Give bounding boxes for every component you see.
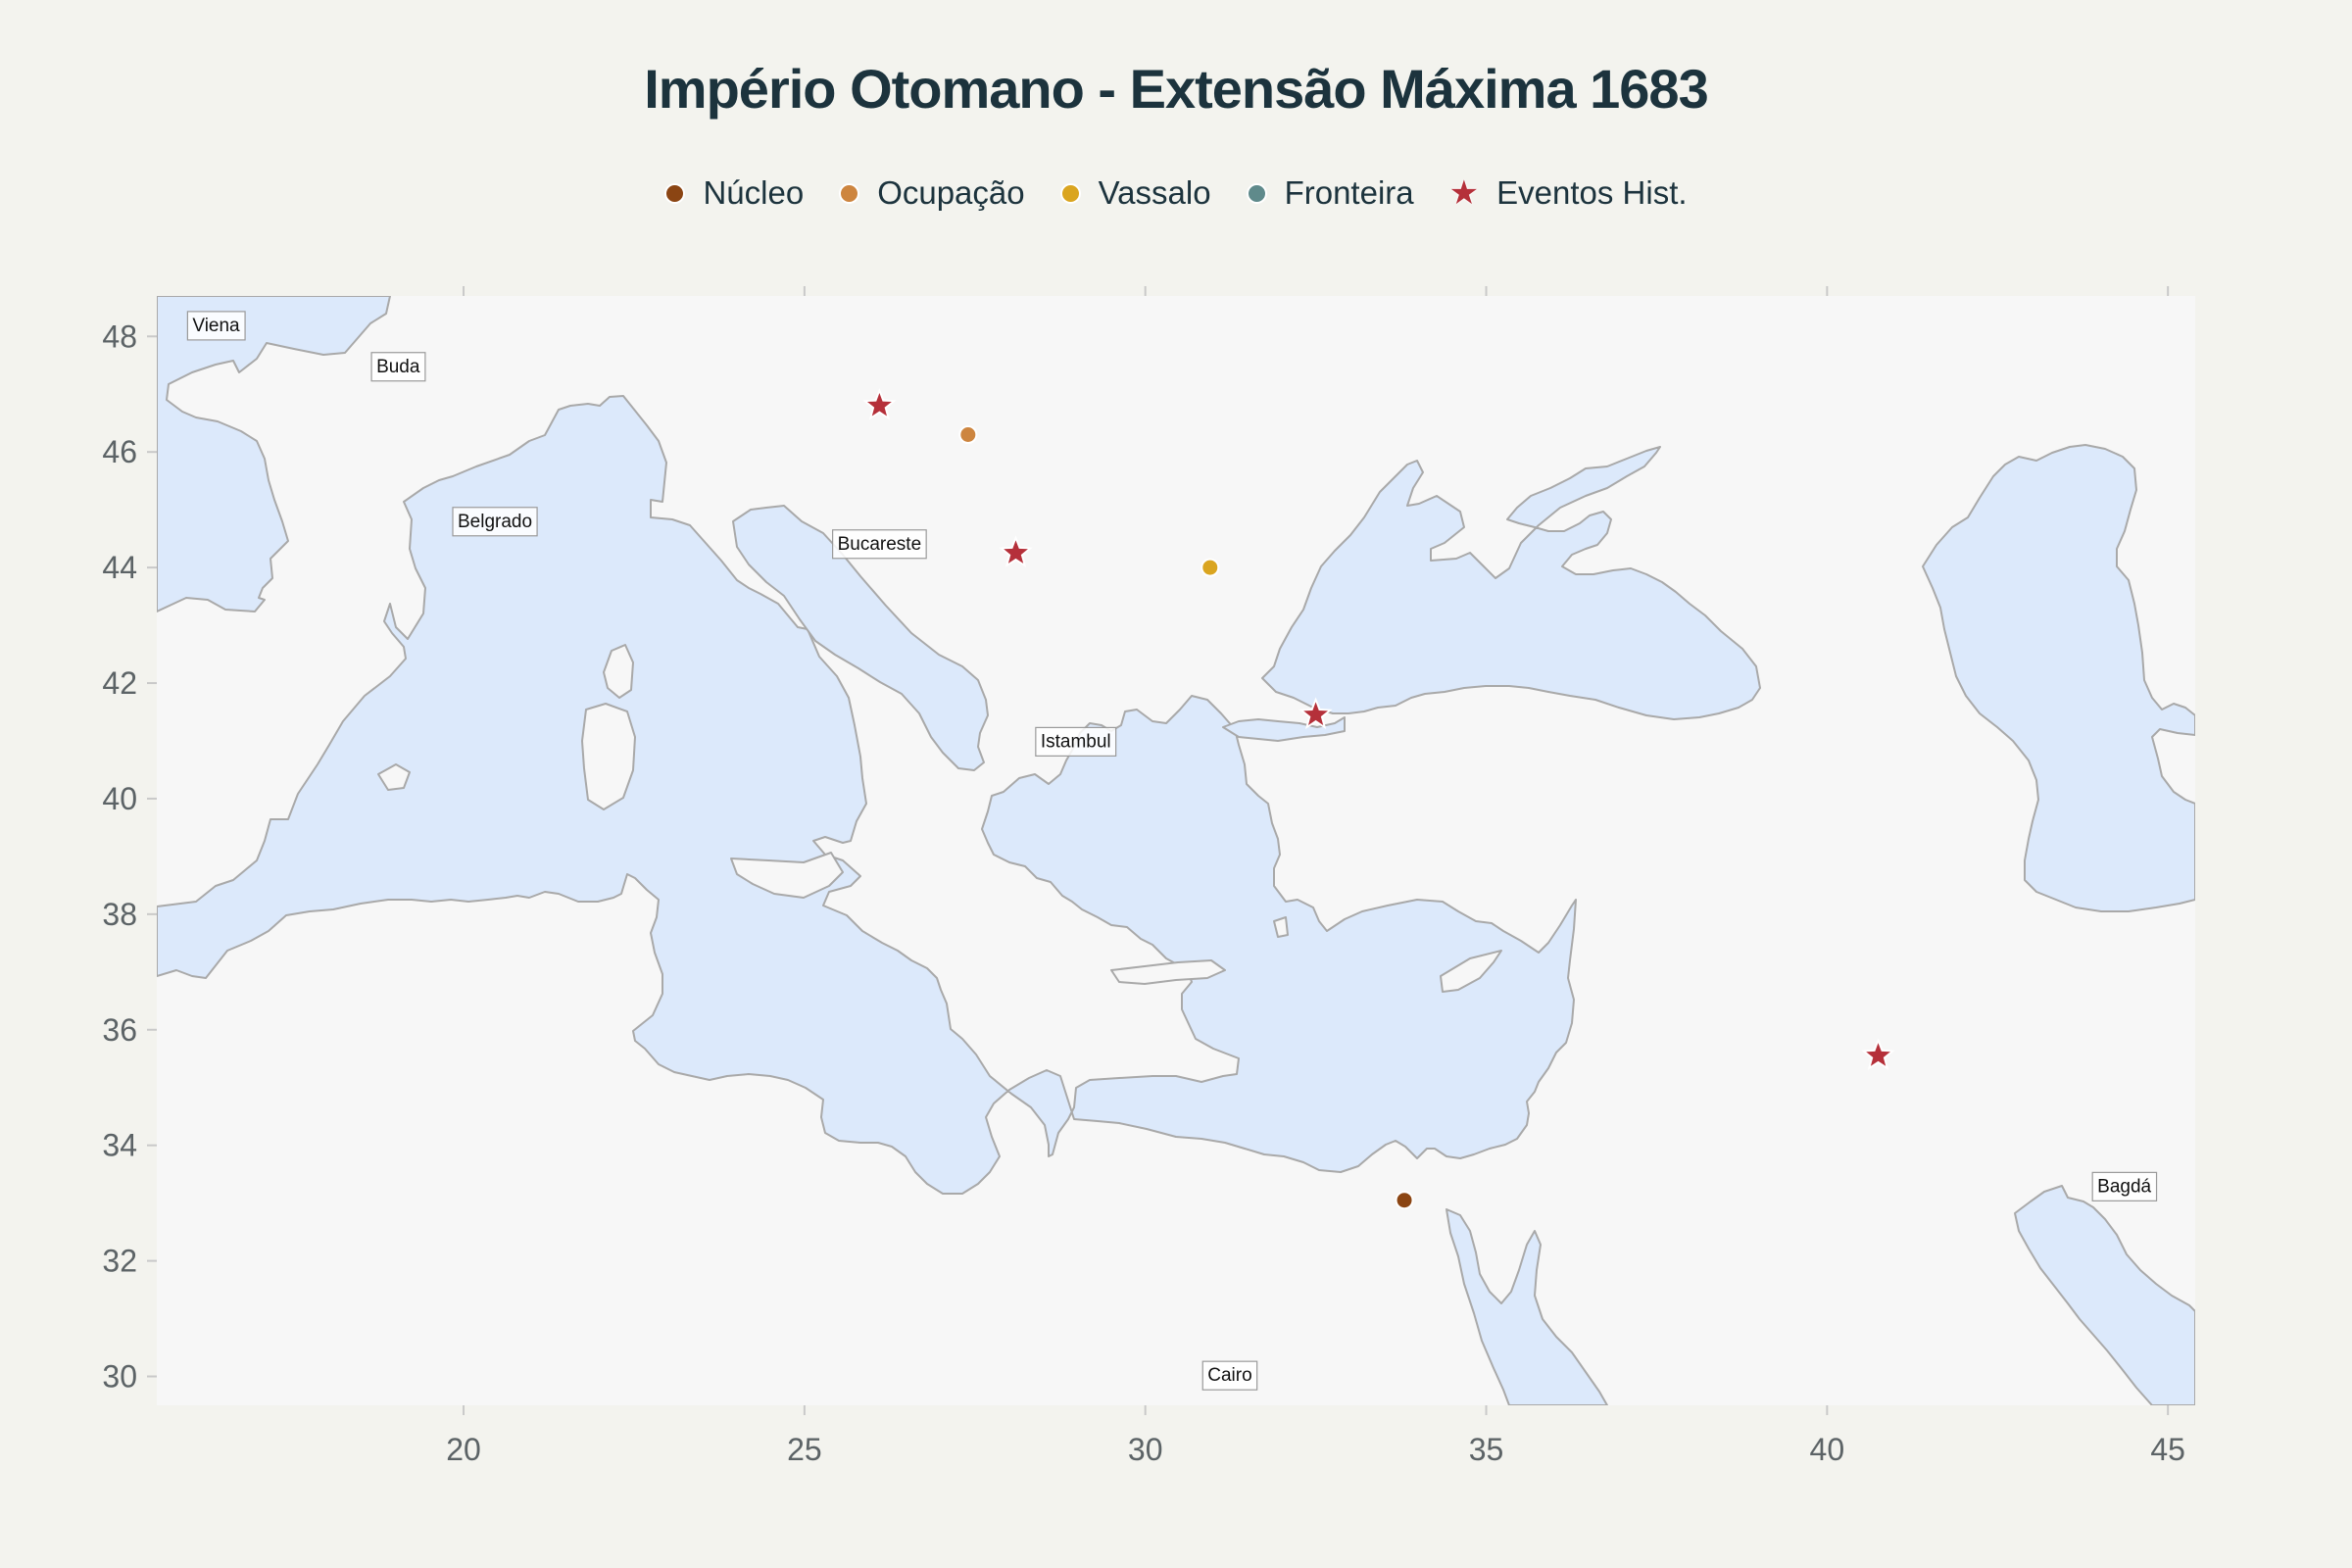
x-tick-label: 40 [1810, 1432, 1845, 1467]
x-tick-label: 45 [2150, 1432, 2185, 1467]
city-name: Viena [192, 316, 240, 336]
y-tick-label: 36 [102, 1012, 137, 1048]
y-tick-label: 46 [102, 434, 137, 469]
city-label-belgrado[interactable]: Belgrado [452, 507, 538, 537]
y-tick-label: 38 [102, 897, 137, 932]
y-tick-label: 48 [102, 318, 137, 354]
y-tick-label: 34 [102, 1128, 137, 1163]
map-point-ocupacao[interactable] [958, 425, 978, 444]
x-tick-label: 35 [1469, 1432, 1504, 1467]
x-tick-label: 30 [1128, 1432, 1163, 1467]
city-label-buda[interactable]: Buda [370, 352, 426, 382]
y-tick-label: 40 [102, 781, 137, 816]
city-label-bagdá[interactable]: Bagdá [2091, 1171, 2158, 1201]
y-tick-label: 42 [102, 665, 137, 701]
city-name: Buda [376, 357, 420, 377]
map-figure: Império Otomano - Extensão Máxima 1683 N… [0, 0, 2352, 1568]
x-tick-label: 20 [446, 1432, 481, 1467]
map-point-nucleo[interactable] [1395, 1191, 1414, 1210]
city-label-bucareste[interactable]: Bucareste [832, 529, 927, 560]
city-name: Bucareste [838, 534, 922, 555]
city-name: Belgrado [458, 512, 532, 532]
y-tick-label: 30 [102, 1359, 137, 1395]
map-point-vassalo[interactable] [1200, 558, 1220, 577]
city-name: Bagdá [2097, 1176, 2151, 1197]
city-name: Istambul [1041, 731, 1111, 752]
city-label-istambul[interactable]: Istambul [1035, 726, 1117, 757]
y-tick-label: 32 [102, 1244, 137, 1279]
city-label-viena[interactable]: Viena [186, 311, 246, 341]
y-tick-label: 44 [102, 550, 137, 585]
map-canvas[interactable]: 20 25 30 35 40 45 30 32 34 36 38 40 42 44 46 48 Viena Bu… [0, 0, 2352, 1568]
city-label-cairo[interactable]: Cairo [1201, 1360, 1258, 1391]
city-name: Cairo [1207, 1365, 1251, 1386]
x-tick-label: 25 [787, 1432, 822, 1467]
